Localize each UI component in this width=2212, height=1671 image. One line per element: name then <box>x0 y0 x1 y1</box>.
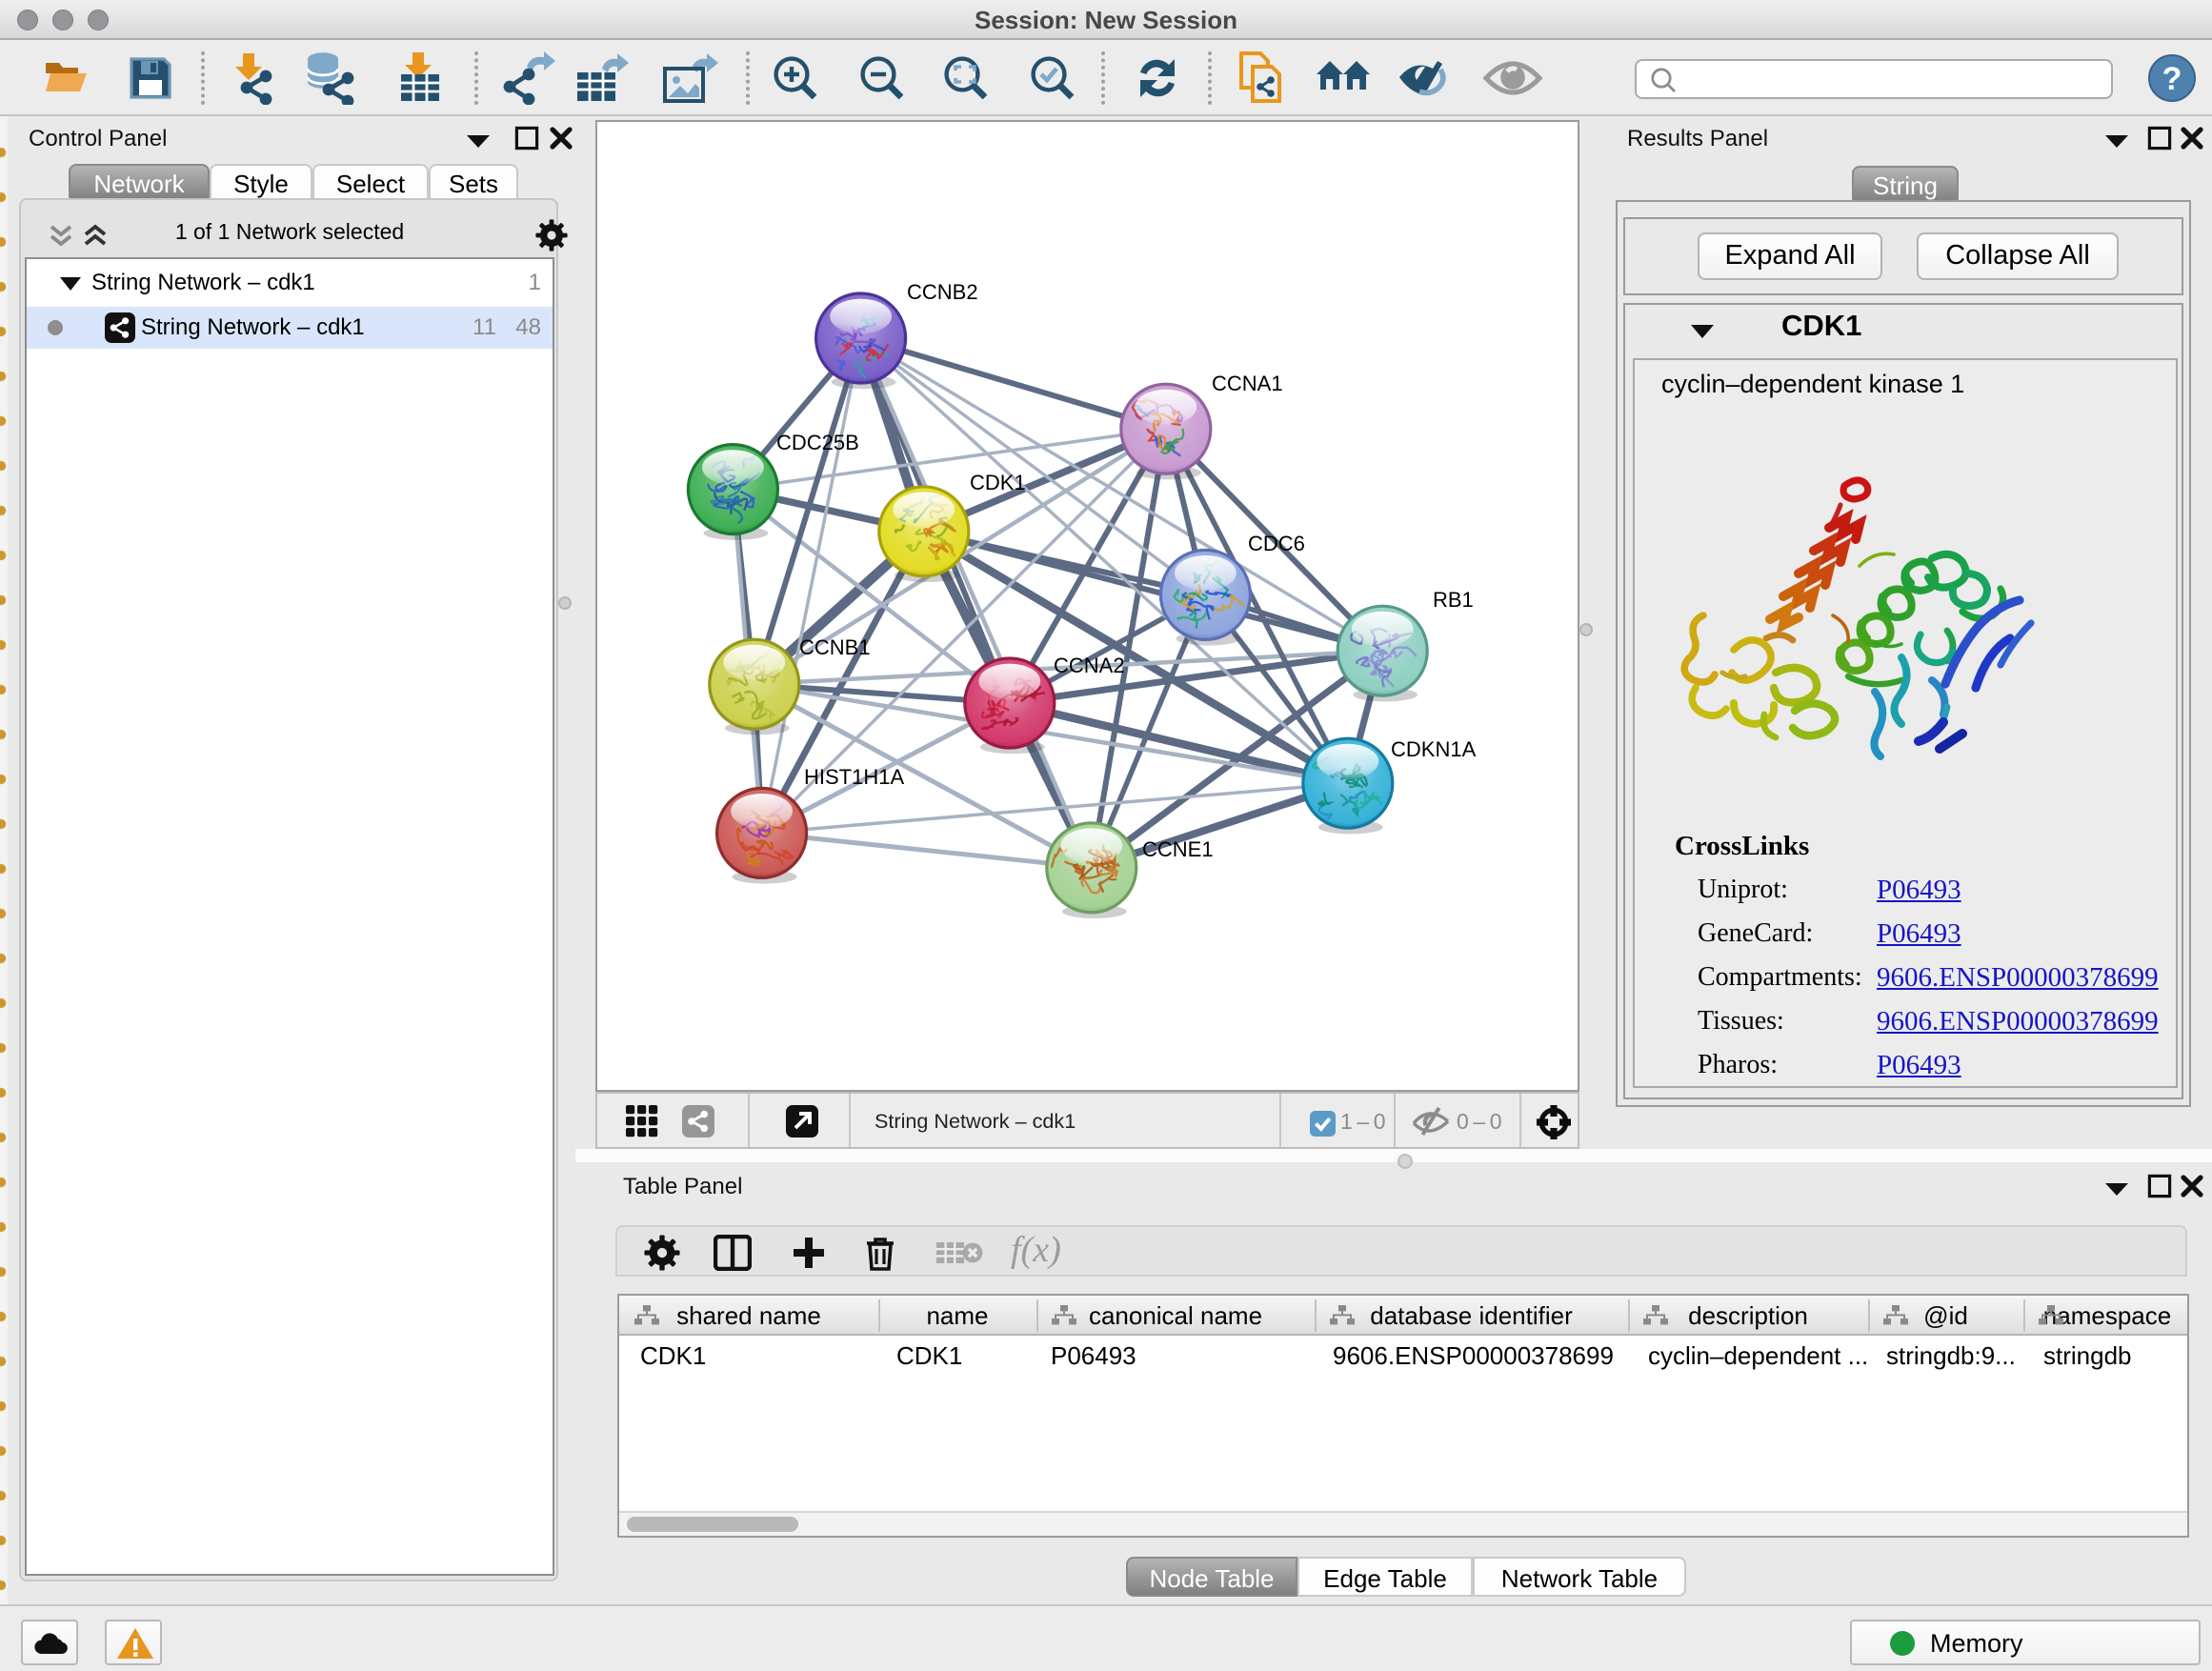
svg-text:CDC25B: CDC25B <box>776 431 859 454</box>
svg-text:RB1: RB1 <box>1433 588 1474 612</box>
svg-text:CCNB2: CCNB2 <box>907 280 978 304</box>
svg-text:CDK1: CDK1 <box>970 471 1026 494</box>
svg-text:HIST1H1A: HIST1H1A <box>804 765 904 789</box>
svg-text:CCNA1: CCNA1 <box>1212 372 1283 395</box>
svg-text:CDC6: CDC6 <box>1248 532 1305 555</box>
svg-text:CCNB1: CCNB1 <box>799 635 871 659</box>
svg-text:CCNA2: CCNA2 <box>1054 654 1125 677</box>
svg-text:CDKN1A: CDKN1A <box>1391 737 1477 761</box>
svg-text:?: ? <box>2162 61 2182 97</box>
svg-text:CCNE1: CCNE1 <box>1142 837 1214 861</box>
